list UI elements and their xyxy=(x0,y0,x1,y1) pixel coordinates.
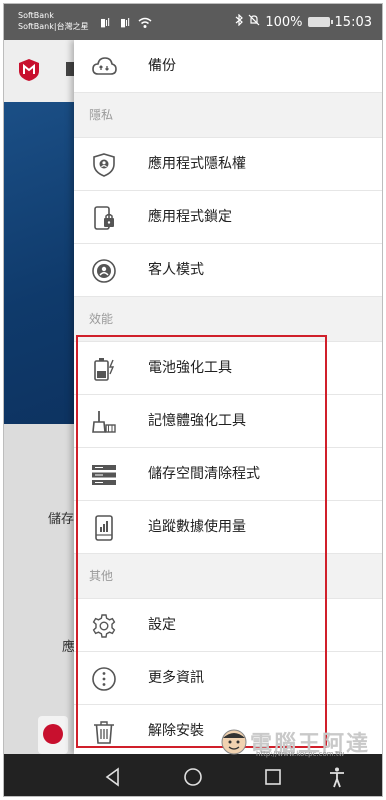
mascot-logo-icon xyxy=(221,729,247,755)
accessibility-icon[interactable] xyxy=(326,766,348,788)
background-label: 儲存 xyxy=(48,512,75,527)
data-usage-icon xyxy=(95,515,113,541)
section-header-other: 其他 xyxy=(74,554,382,599)
trash-icon xyxy=(94,721,114,744)
menu-item-label: 追蹤數據使用量 xyxy=(148,519,246,535)
menu-item-label: 客人模式 xyxy=(148,262,204,278)
shield-user-icon xyxy=(93,153,115,177)
menu-item-data-usage[interactable]: 追蹤數據使用量 xyxy=(74,501,382,554)
menu-item-app-lock[interactable]: 應用程式鎖定 xyxy=(74,191,382,244)
navigation-drawer: 備份 隱私 應用程式隱私權 應用程式鎖定 客人模式 效能 電池強化工具 記憶體強… xyxy=(74,40,382,754)
clock: 15:03 xyxy=(334,14,372,30)
signal-icon: ▮ıl xyxy=(120,16,130,29)
background-avatar xyxy=(38,716,68,754)
menu-item-app-privacy[interactable]: 應用程式隱私權 xyxy=(74,138,382,191)
memory-booster-icon xyxy=(92,411,116,433)
screenshot-frame: SoftBank SoftBank|台灣之星 ▮ıl ▮ıl 100% 15:0… xyxy=(3,3,383,797)
back-icon[interactable] xyxy=(102,766,124,788)
menu-item-label: 記憶體強化工具 xyxy=(148,413,246,429)
app-hero-banner xyxy=(4,102,74,424)
more-info-icon xyxy=(92,667,116,691)
app-toolbar xyxy=(4,40,74,102)
carrier-name-2: SoftBank|台灣之星 xyxy=(18,22,89,31)
menu-item-battery-booster[interactable]: 電池強化工具 xyxy=(74,342,382,395)
watermark-url: http://www.kocpc.com.tw xyxy=(256,750,345,758)
menu-item-label: 解除安裝 xyxy=(148,723,204,739)
menu-item-settings[interactable]: 設定 xyxy=(74,599,382,652)
menu-item-label: 設定 xyxy=(148,617,176,633)
guest-mode-icon xyxy=(92,259,116,283)
battery-percent: 100% xyxy=(265,14,303,30)
background-app: 儲存 應 xyxy=(4,40,75,754)
menu-item-label: 更多資訊 xyxy=(148,670,204,686)
mcafee-logo-icon xyxy=(19,59,39,81)
status-bar: SoftBank SoftBank|台灣之星 ▮ıl ▮ıl 100% 15:0… xyxy=(4,4,382,40)
home-icon[interactable] xyxy=(182,766,204,788)
menu-item-storage-cleaner[interactable]: 儲存空間清除程式 xyxy=(74,448,382,501)
recents-icon[interactable] xyxy=(262,766,284,788)
menu-item-memory-booster[interactable]: 記憶體強化工具 xyxy=(74,395,382,448)
battery-icon xyxy=(307,17,333,27)
carrier-name-1: SoftBank xyxy=(18,11,54,20)
menu-item-more-info[interactable]: 更多資訊 xyxy=(74,652,382,705)
section-header-privacy: 隱私 xyxy=(74,93,382,138)
menu-item-backup[interactable]: 備份 xyxy=(74,40,382,93)
app-content: 儲存 應 xyxy=(4,424,75,754)
menu-item-label: 備份 xyxy=(148,58,176,74)
menu-item-label: 電池強化工具 xyxy=(148,360,232,376)
watermark: 電腦王阿達 http://www.kocpc.com.tw xyxy=(216,726,382,758)
bluetooth-icon xyxy=(235,13,244,30)
app-title-fragment xyxy=(66,62,74,76)
battery-booster-icon xyxy=(94,358,115,381)
app-lock-icon xyxy=(94,206,114,230)
signal-icon: ▮ıl xyxy=(100,16,110,29)
gear-icon xyxy=(92,614,116,638)
menu-item-label: 儲存空間清除程式 xyxy=(148,466,260,482)
silent-icon xyxy=(248,14,260,30)
menu-item-guest-mode[interactable]: 客人模式 xyxy=(74,244,382,297)
section-header-performance: 效能 xyxy=(74,297,382,342)
storage-cleaner-icon xyxy=(92,465,116,485)
menu-item-label: 應用程式隱私權 xyxy=(148,156,246,172)
status-right: 100% 15:03 xyxy=(235,13,372,30)
carrier-info: SoftBank SoftBank|台灣之星 xyxy=(18,10,89,32)
wifi-icon xyxy=(138,14,152,33)
system-nav-bar xyxy=(4,754,382,796)
menu-item-label: 應用程式鎖定 xyxy=(148,209,232,225)
cloud-backup-icon xyxy=(92,57,117,75)
